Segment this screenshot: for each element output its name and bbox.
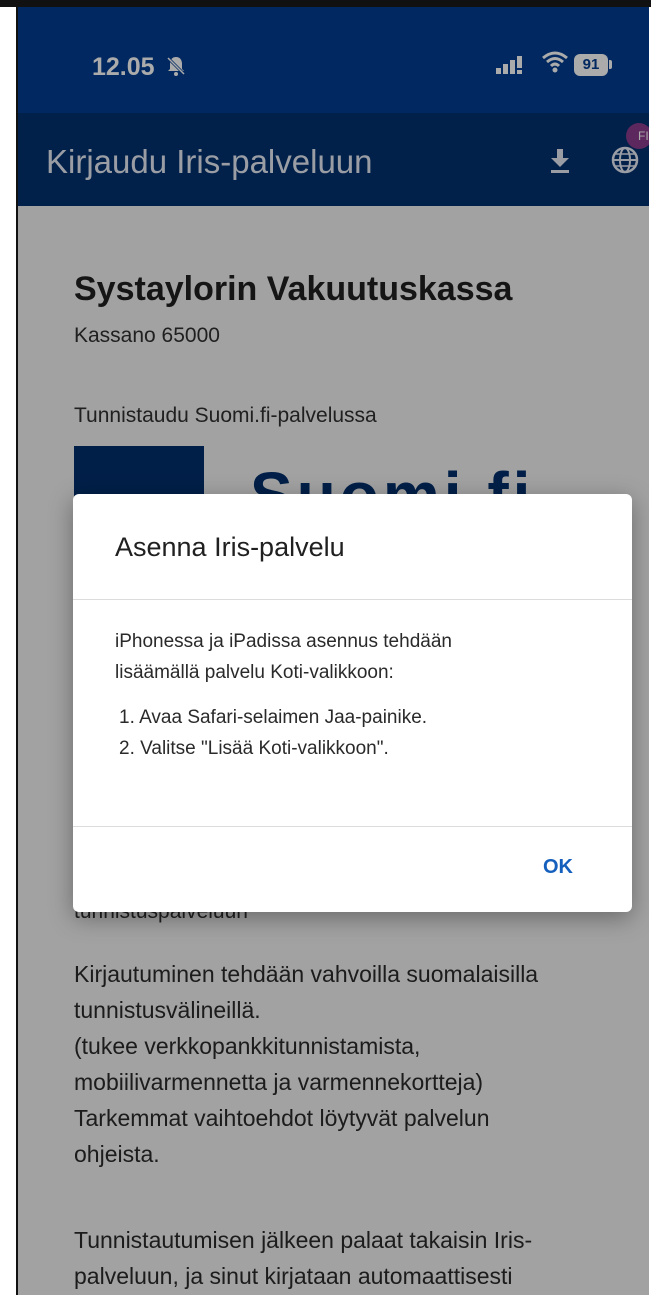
dialog-step: 2. Valitse "Lisää Koti-valikkoon". — [119, 738, 389, 759]
dialog-steps: 1. Avaa Safari-selaimen Jaa-painike. 2. … — [115, 702, 595, 764]
phone-screen: 12.05 91 Kirjaudu Iris-palveluun FI Syst… — [18, 7, 649, 1295]
install-dialog: Asenna Iris-palvelu iPhonessa ja iPadiss… — [73, 494, 632, 912]
dialog-divider-top — [73, 599, 632, 600]
screenshot-frame: 12.05 91 Kirjaudu Iris-palveluun FI Syst… — [0, 0, 651, 1295]
frame-top-edge — [0, 0, 651, 7]
dialog-intro-line: lisäämällä palvelu Koti-valikkoon: — [115, 662, 394, 683]
dialog-divider-bottom — [73, 826, 632, 827]
ok-button[interactable]: OK — [543, 856, 573, 879]
dialog-body: iPhonessa ja iPadissa asennus tehdään li… — [115, 626, 595, 764]
dialog-step: 1. Avaa Safari-selaimen Jaa-painike. — [119, 707, 428, 728]
dialog-title: Asenna Iris-palvelu — [115, 532, 345, 562]
dialog-intro-line: iPhonessa ja iPadissa asennus tehdään — [115, 631, 452, 652]
